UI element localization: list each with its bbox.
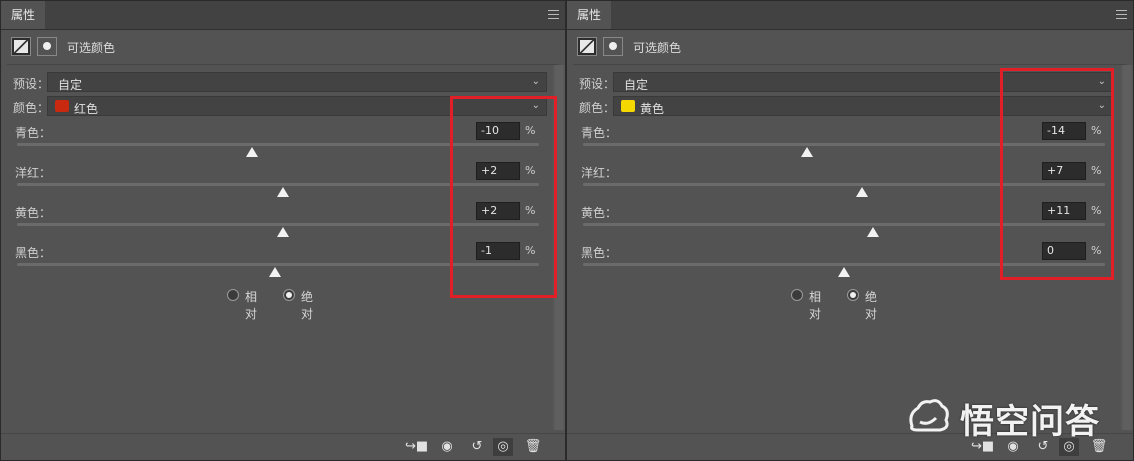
- panel-tabbar: 属性: [567, 1, 1133, 30]
- cyan-slider-thumb[interactable]: [245, 147, 258, 157]
- yellow-label: 黄色：: [581, 206, 618, 220]
- tab-properties[interactable]: 属性: [567, 1, 611, 29]
- tab-properties[interactable]: 属性: [1, 1, 45, 29]
- color-value: 红色: [74, 102, 99, 116]
- black-slider-thumb[interactable]: [269, 267, 282, 277]
- preset-value: 自定: [624, 78, 649, 92]
- preset-label: 预设：: [579, 77, 616, 91]
- cyan-slider-thumb[interactable]: [801, 147, 814, 157]
- cyan-label: 青色：: [581, 126, 618, 140]
- yellow-slider-thumb[interactable]: [277, 227, 290, 237]
- selective-color-adjustment-icon[interactable]: [11, 37, 31, 56]
- preset-label: 预设：: [13, 77, 50, 91]
- panel-scrollbar[interactable]: [1121, 65, 1133, 430]
- wukong-logo-icon: [909, 399, 949, 432]
- panel-title: 可选颜色: [67, 41, 116, 55]
- magenta-label: 洋红：: [581, 166, 618, 180]
- divider: [573, 64, 1127, 65]
- relative-label: 相对: [809, 290, 822, 321]
- yellow-label: 黄色：: [15, 206, 52, 220]
- preset-dropdown[interactable]: 自定 ⌄: [47, 72, 547, 92]
- panel-menu-icon[interactable]: [1116, 10, 1127, 19]
- magenta-label: 洋红：: [15, 166, 52, 180]
- panel-bottom-toolbar: ↪■ ◉ ↺ ◎ 🗑: [1, 433, 565, 460]
- color-value: 黄色: [640, 102, 665, 116]
- color-label: 颜色：: [579, 101, 616, 115]
- absolute-label: 绝对: [865, 290, 878, 321]
- reset-icon[interactable]: ↺: [467, 438, 487, 456]
- watermark: 悟空问答: [906, 392, 1126, 442]
- panel-title: 可选颜色: [633, 41, 682, 55]
- layer-mask-icon[interactable]: [603, 37, 623, 56]
- chevron-down-icon: ⌄: [531, 76, 540, 87]
- relative-radio[interactable]: [791, 289, 803, 301]
- panel-menu-icon[interactable]: [548, 10, 559, 19]
- magenta-slider-thumb[interactable]: [277, 187, 290, 197]
- watermark-text: 悟空问答: [960, 402, 1100, 442]
- visibility-eye-icon[interactable]: ◎: [493, 438, 513, 456]
- highlight-box-left: [450, 96, 557, 298]
- black-label: 黑色：: [581, 246, 618, 260]
- relative-label: 相对: [245, 290, 258, 321]
- black-slider-thumb[interactable]: [838, 267, 850, 277]
- layer-mask-icon[interactable]: [37, 37, 57, 56]
- color-swatch: [55, 100, 69, 112]
- absolute-radio[interactable]: [283, 289, 295, 301]
- trash-icon[interactable]: 🗑: [523, 438, 543, 456]
- magenta-slider-thumb[interactable]: [856, 187, 869, 197]
- absolute-radio[interactable]: [847, 289, 859, 301]
- yellow-slider-thumb[interactable]: [866, 227, 879, 237]
- cyan-label: 青色：: [15, 126, 52, 140]
- preset-value: 自定: [58, 78, 83, 92]
- selective-color-adjustment-icon[interactable]: [577, 37, 597, 56]
- view-previous-icon[interactable]: ◉: [437, 438, 457, 456]
- clip-to-layer-icon[interactable]: ↪■: [405, 438, 428, 456]
- highlight-box-right: [1000, 68, 1114, 280]
- black-label: 黑色：: [15, 246, 52, 260]
- absolute-label: 绝对: [301, 290, 314, 321]
- divider: [7, 64, 559, 65]
- color-swatch: [621, 100, 635, 112]
- relative-radio[interactable]: [227, 289, 239, 301]
- panel-tabbar: 属性: [1, 1, 565, 30]
- scrollbar-thumb[interactable]: [1123, 65, 1131, 430]
- color-label: 颜色：: [13, 101, 50, 115]
